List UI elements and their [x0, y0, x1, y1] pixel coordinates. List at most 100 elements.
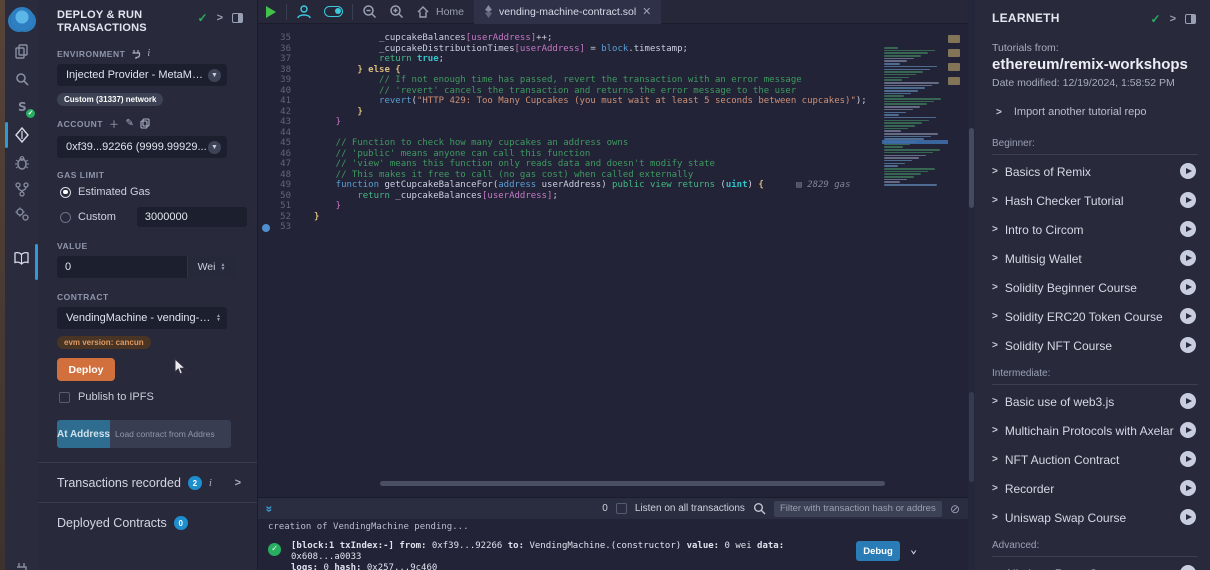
- line-number[interactable]: 41: [258, 96, 304, 107]
- line-number[interactable]: 40: [258, 86, 304, 97]
- radio-icon[interactable]: [60, 212, 71, 223]
- close-icon[interactable]: ✕: [642, 5, 651, 18]
- tutorial-item[interactable]: >Multichain Protocols with Axelar: [975, 416, 1210, 445]
- gas-custom-option[interactable]: Custom: [60, 207, 257, 227]
- code-line[interactable]: _cupcakeBalances[userAddress]++;: [314, 33, 867, 44]
- home-tab-label[interactable]: Home: [436, 6, 464, 18]
- play-tutorial-icon[interactable]: [1180, 308, 1196, 324]
- line-number[interactable]: 45: [258, 138, 304, 149]
- at-address-input[interactable]: [110, 420, 231, 448]
- checkbox-icon[interactable]: [59, 392, 70, 403]
- plugin-manager-icon[interactable]: [5, 201, 38, 227]
- solidity-compiler-icon[interactable]: S ✓: [5, 94, 38, 120]
- chevron-right-icon[interactable]: >: [992, 282, 998, 293]
- play-tutorial-icon[interactable]: [1180, 509, 1196, 525]
- chevron-right-icon[interactable]: >: [992, 425, 998, 436]
- code-line[interactable]: // 'view' means this function only reads…: [314, 159, 867, 170]
- radio-selected-icon[interactable]: [60, 187, 71, 198]
- code-line[interactable]: function getCupcakeBalanceFor(address us…: [314, 180, 867, 191]
- tutorial-item[interactable]: >Basics of Remix: [975, 157, 1210, 186]
- play-tutorial-icon[interactable]: [1180, 279, 1196, 295]
- horizontal-scrollbar[interactable]: [380, 481, 885, 486]
- deployed-contracts-section[interactable]: Deployed Contracts 0: [38, 503, 257, 542]
- code-line[interactable]: }: [314, 201, 867, 212]
- tutorial-item[interactable]: >Basic use of web3.js: [975, 387, 1210, 416]
- code-line[interactable]: } else {: [314, 65, 867, 76]
- spinner-arrows-icon[interactable]: ▲▼: [220, 263, 225, 271]
- listen-checkbox-icon[interactable]: [616, 503, 627, 514]
- line-number[interactable]: 50: [258, 191, 304, 202]
- scrollbar-thumb[interactable]: [969, 392, 974, 482]
- transactions-recorded-section[interactable]: Transactions recorded 2 i >: [38, 463, 257, 502]
- transaction-log-row[interactable]: ✓ [block:1 txIndex:-] from: 0xf39...9226…: [268, 539, 963, 570]
- play-tutorial-icon[interactable]: [1180, 250, 1196, 266]
- scrollbar-thumb[interactable]: [969, 128, 974, 208]
- panel-pin-icon[interactable]: [1185, 14, 1196, 24]
- code-line[interactable]: }: [314, 212, 867, 223]
- editor-minimap[interactable]: [884, 47, 946, 187]
- file-explorer-icon[interactable]: [5, 38, 38, 64]
- line-number[interactable]: 36: [258, 44, 304, 55]
- chevron-right-icon[interactable]: >: [235, 477, 241, 489]
- chevron-right-icon[interactable]: >: [992, 396, 998, 407]
- breakpoint-dot[interactable]: [262, 224, 270, 232]
- code-line[interactable]: _cupcakeDistributionTimes[userAddress] =…: [314, 44, 867, 55]
- line-number[interactable]: 35: [258, 33, 304, 44]
- edit-icon[interactable]: ✎: [126, 118, 135, 129]
- code-line[interactable]: // 'revert' cancels the transaction and …: [314, 86, 867, 97]
- tutorial-item[interactable]: >Intro to Circom: [975, 215, 1210, 244]
- contract-select[interactable]: VendingMachine - vending-machin ▲▼: [57, 307, 227, 329]
- deploy-button[interactable]: Deploy: [57, 358, 115, 381]
- line-number[interactable]: 38: [258, 65, 304, 76]
- ai-toggle-icon[interactable]: [318, 0, 349, 24]
- value-unit-select[interactable]: Wei ▲▼: [187, 256, 235, 278]
- code-line[interactable]: // This makes it free to call (no gas co…: [314, 170, 867, 181]
- minimap-viewport[interactable]: [882, 140, 948, 144]
- panel-collapse-icon[interactable]: >: [1170, 13, 1176, 25]
- line-number[interactable]: 52: [258, 212, 304, 223]
- line-number[interactable]: 49: [258, 180, 304, 191]
- tutorial-item[interactable]: >Recorder: [975, 474, 1210, 503]
- remix-logo[interactable]: [5, 6, 38, 32]
- line-number[interactable]: 46: [258, 149, 304, 160]
- value-input[interactable]: [57, 256, 187, 278]
- line-number-gutter[interactable]: 35363738394041424344454647484950515253: [258, 33, 304, 233]
- tutorial-item[interactable]: >Uniswap Swap Course: [975, 503, 1210, 532]
- code-line[interactable]: revert("HTTP 429: Too Many Cupcakes (you…: [314, 96, 867, 107]
- search-icon[interactable]: [5, 66, 38, 92]
- chevron-right-icon[interactable]: >: [992, 311, 998, 322]
- play-tutorial-icon[interactable]: [1180, 451, 1196, 467]
- tutorial-item[interactable]: >All about Proxy Contracts: [975, 559, 1210, 570]
- panel-pin-icon[interactable]: [232, 13, 243, 23]
- ai-assistant-icon[interactable]: [290, 0, 318, 24]
- tutorial-item[interactable]: >Solidity ERC20 Token Course: [975, 302, 1210, 331]
- run-script-icon[interactable]: [258, 0, 283, 24]
- code-line[interactable]: // 'public' means anyone can call this f…: [314, 149, 867, 160]
- panel-collapse-icon[interactable]: >: [217, 12, 223, 24]
- chevron-right-icon[interactable]: >: [992, 454, 998, 465]
- plug-icon[interactable]: [5, 556, 38, 570]
- zoom-out-icon[interactable]: [356, 0, 383, 24]
- code-line[interactable]: [314, 222, 867, 233]
- zoom-in-icon[interactable]: [383, 0, 410, 24]
- code-editor[interactable]: 35363738394041424344454647484950515253 _…: [258, 25, 968, 480]
- code-line[interactable]: }: [314, 117, 867, 128]
- environment-select[interactable]: Injected Provider - MetaMask ▼: [57, 64, 227, 86]
- tutorial-item[interactable]: >Hash Checker Tutorial: [975, 186, 1210, 215]
- code-line[interactable]: }: [314, 107, 867, 118]
- chevron-down-icon[interactable]: ⌄: [910, 542, 917, 556]
- play-tutorial-icon[interactable]: [1180, 221, 1196, 237]
- play-tutorial-icon[interactable]: [1180, 337, 1196, 353]
- line-number[interactable]: 53: [258, 222, 304, 233]
- deploy-run-icon[interactable]: [5, 122, 38, 148]
- play-tutorial-icon[interactable]: [1180, 480, 1196, 496]
- debug-button[interactable]: Debug: [856, 541, 900, 561]
- chevron-right-icon[interactable]: >: [992, 340, 998, 351]
- account-select[interactable]: 0xf39...92266 (9999.99929... ▼: [57, 136, 227, 158]
- line-number[interactable]: 48: [258, 170, 304, 181]
- code-line[interactable]: // Function to check how many cupcakes a…: [314, 138, 867, 149]
- chevron-right-icon[interactable]: >: [992, 195, 998, 206]
- line-number[interactable]: 43: [258, 117, 304, 128]
- learneth-book-icon[interactable]: [5, 245, 38, 271]
- code-line[interactable]: [314, 128, 867, 139]
